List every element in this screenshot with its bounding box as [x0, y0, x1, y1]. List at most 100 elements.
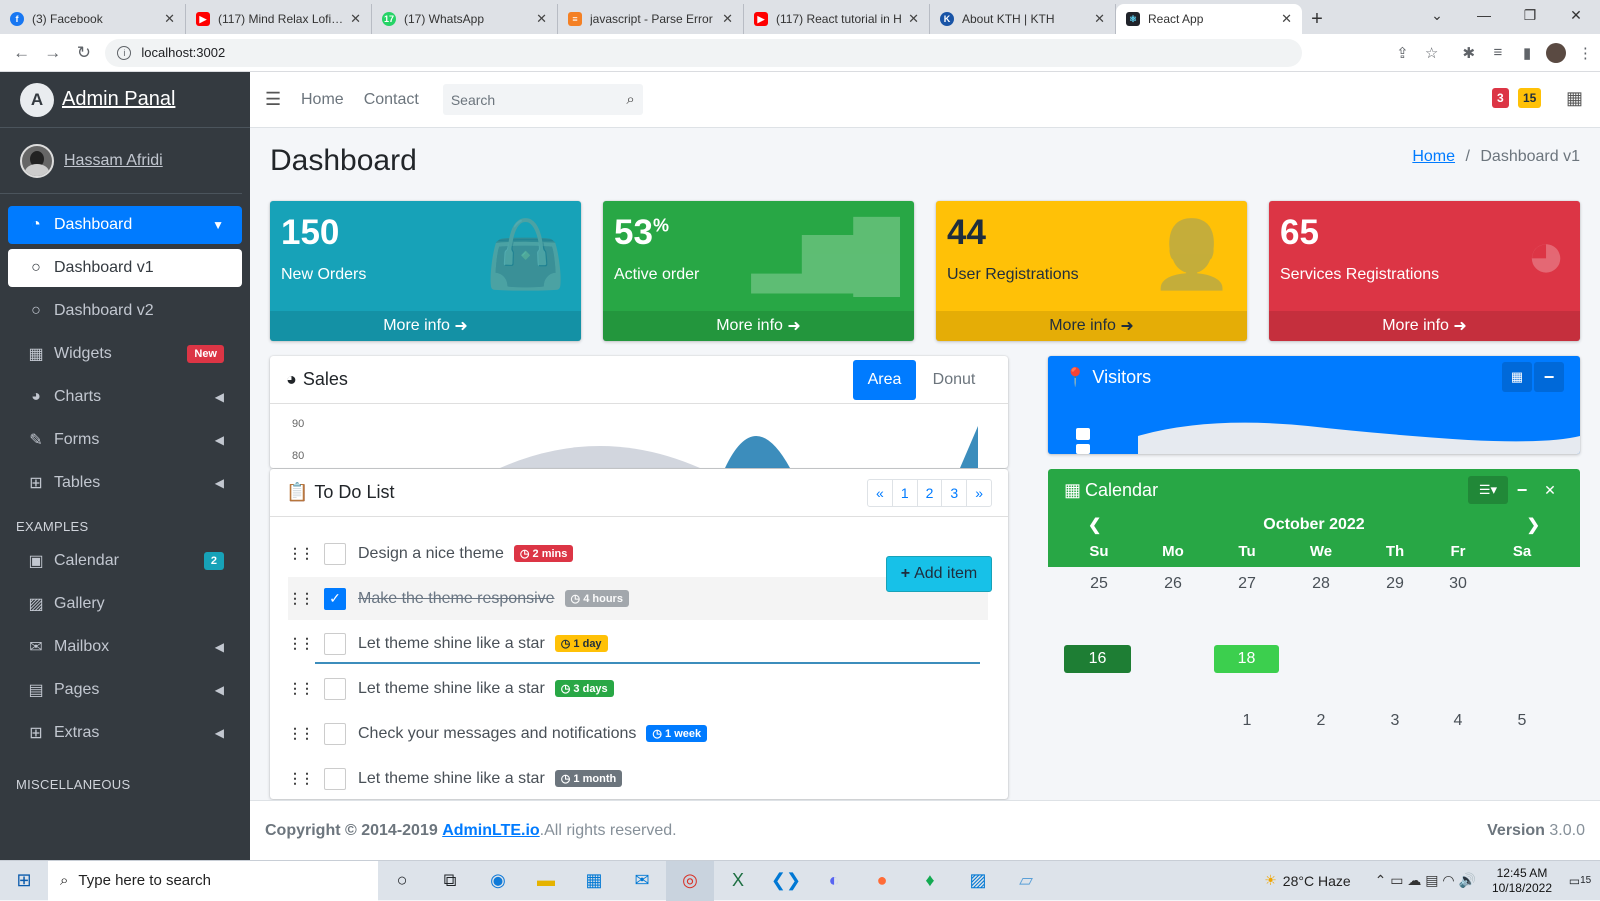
more-info-link[interactable]: More info ➜: [270, 311, 581, 341]
close-icon[interactable]: ✕: [1536, 482, 1564, 499]
calendar-month-label[interactable]: October 2022: [1101, 516, 1526, 534]
task-view-icon[interactable]: ⧉: [426, 861, 474, 901]
photos-icon[interactable]: ▨: [954, 861, 1002, 901]
list-item[interactable]: ⋮⋮ Let theme shine like a star ◷ 1 day: [288, 622, 988, 665]
nav-home-link[interactable]: Home: [301, 91, 344, 109]
calendar-day-selected[interactable]: 16: [1064, 645, 1131, 673]
cortana-icon[interactable]: ○: [378, 861, 426, 901]
share-icon[interactable]: ⇪: [1388, 38, 1417, 68]
new-tab-button[interactable]: +: [1302, 4, 1332, 34]
calendar-day[interactable]: 4: [1428, 712, 1488, 730]
calendar-day[interactable]: 26: [1143, 575, 1203, 593]
notification-badge-yellow[interactable]: 15: [1518, 88, 1542, 108]
close-tab-icon[interactable]: ✕: [908, 11, 919, 27]
more-info-link[interactable]: More info ➜: [1269, 311, 1580, 341]
calendar-day-today[interactable]: 18: [1214, 645, 1279, 673]
discord-icon[interactable]: ◐: [810, 861, 858, 901]
more-info-link[interactable]: More info ➜: [936, 311, 1247, 341]
sidebar-item-dashboard[interactable]: ◔ Dashboard ▼: [8, 206, 242, 244]
drag-handle-icon[interactable]: ⋮⋮: [288, 545, 314, 562]
store-icon[interactable]: ▦: [570, 861, 618, 901]
navbar-search-input[interactable]: Search ⌕: [442, 84, 643, 115]
list-item[interactable]: ⋮⋮ Check your messages and notifications ◷…: [288, 712, 988, 755]
tab-donut[interactable]: Donut: [916, 360, 992, 400]
calendar-day[interactable]: 3: [1365, 712, 1425, 730]
minus-icon[interactable]: −: [1508, 480, 1536, 501]
browser-tab[interactable]: K About KTH | KTH ✕: [930, 4, 1116, 34]
close-tab-icon[interactable]: ✕: [350, 11, 361, 27]
profile-avatar-icon[interactable]: [1542, 38, 1571, 68]
zoom-in-button[interactable]: [1076, 428, 1090, 440]
drag-handle-icon[interactable]: ⋮⋮: [288, 680, 314, 697]
side-panel-icon[interactable]: ▮: [1513, 38, 1542, 68]
minimize-icon[interactable]: —: [1462, 0, 1506, 30]
extensions-icon[interactable]: ✱: [1454, 38, 1483, 68]
bookmark-star-icon[interactable]: ☆: [1417, 38, 1446, 68]
todo-checkbox[interactable]: [324, 722, 346, 745]
browser-tab[interactable]: 17 (17) WhatsApp ✕: [372, 4, 558, 34]
add-item-button[interactable]: + Add item: [886, 556, 992, 592]
hamburger-menu-icon[interactable]: ☰: [265, 89, 289, 110]
search-icon[interactable]: ⌕: [626, 91, 634, 108]
calendar-day[interactable]: 25: [1069, 575, 1129, 593]
reload-icon[interactable]: ↻: [68, 37, 99, 69]
brand-link[interactable]: A Admin Panal: [0, 72, 250, 128]
file-explorer-icon[interactable]: ▬: [522, 861, 570, 901]
more-info-link[interactable]: More info ➜: [603, 311, 914, 341]
clock[interactable]: 12:45 AM 10/18/2022: [1492, 866, 1552, 896]
brand-text[interactable]: Admin Panal: [62, 88, 175, 111]
pagination-page[interactable]: 1: [893, 479, 918, 506]
chevron-right-icon[interactable]: ❯: [1527, 515, 1540, 535]
close-tab-icon[interactable]: ✕: [1094, 11, 1105, 27]
info-icon[interactable]: i: [117, 45, 132, 60]
close-tab-icon[interactable]: ✕: [1281, 11, 1292, 27]
todo-checkbox[interactable]: [324, 632, 346, 655]
browser-menu-icon[interactable]: ⋮: [1571, 38, 1600, 68]
postman-icon[interactable]: ●: [858, 861, 906, 901]
edge-icon[interactable]: ◉: [474, 861, 522, 901]
list-item-done[interactable]: ⋮⋮ ✓ Make the theme responsive ◷ 4 hours: [288, 577, 988, 620]
browser-tab[interactable]: f (3) Facebook ✕: [0, 4, 186, 34]
windows-start-icon[interactable]: ⊞: [0, 861, 48, 901]
url-field[interactable]: i localhost:3002: [105, 38, 1302, 67]
pagination-page[interactable]: 2: [918, 479, 943, 506]
browser-tab-active[interactable]: ⚛ React App ✕: [1116, 4, 1302, 34]
forward-icon[interactable]: →: [37, 37, 68, 69]
sidebar-item-widgets[interactable]: ▦ Widgets New: [8, 335, 242, 373]
nav-contact-link[interactable]: Contact: [364, 91, 419, 109]
browser-tab[interactable]: ▶ (117) React tutorial in H ✕: [744, 4, 930, 34]
calendar-day[interactable]: 5: [1492, 712, 1552, 730]
system-tray-icons[interactable]: ⌃ ▭ ☁ ▤ ◠ 🔊: [1375, 872, 1476, 889]
todo-checkbox[interactable]: [324, 677, 346, 700]
sidebar-item-charts[interactable]: ◕ Charts ◀: [8, 378, 242, 416]
chrome-icon[interactable]: ◎: [666, 860, 714, 901]
sidebar-item-forms[interactable]: ✎ Forms ◀: [8, 421, 242, 459]
sidebar-item-dashboard-v2[interactable]: ○ Dashboard v2: [8, 292, 242, 330]
todo-checkbox[interactable]: [324, 542, 346, 565]
drag-handle-icon[interactable]: ⋮⋮: [288, 635, 314, 652]
drag-handle-icon[interactable]: ⋮⋮: [288, 770, 314, 787]
list-item[interactable]: ⋮⋮ Design a nice theme ◷ 2 mins: [288, 532, 988, 575]
browser-tab[interactable]: ▶ (117) Mind Relax Lofi m ✕: [186, 4, 372, 34]
chevron-left-icon[interactable]: ❮: [1088, 515, 1101, 535]
weather-widget[interactable]: ☀ 28°C Haze: [1264, 872, 1350, 889]
vscode-icon[interactable]: ❮❯: [762, 861, 810, 901]
sidebar-item-calendar[interactable]: ▣ Calendar 2: [8, 542, 242, 580]
mail-icon[interactable]: ✉: [618, 861, 666, 901]
apps-grid-icon[interactable]: ▦: [1566, 88, 1583, 109]
close-tab-icon[interactable]: ✕: [164, 11, 175, 27]
tab-search-icon[interactable]: ⌄: [1415, 0, 1459, 30]
notification-badge-red[interactable]: 3: [1492, 88, 1509, 108]
drag-handle-icon[interactable]: ⋮⋮: [288, 590, 314, 607]
reading-list-icon[interactable]: ≡: [1483, 38, 1512, 68]
close-window-icon[interactable]: ✕: [1554, 0, 1598, 30]
calendar-day[interactable]: 1: [1217, 712, 1277, 730]
close-tab-icon[interactable]: ✕: [536, 11, 547, 27]
calendar-day[interactable]: 2: [1291, 712, 1351, 730]
sidebar-item-tables[interactable]: ⊞ Tables ◀: [8, 464, 242, 502]
sidebar-item-gallery[interactable]: ▨ Gallery: [8, 585, 242, 623]
taskbar-search-input[interactable]: ⌕ Type here to search: [48, 860, 378, 901]
close-tab-icon[interactable]: ✕: [722, 11, 733, 27]
drag-handle-icon[interactable]: ⋮⋮: [288, 725, 314, 742]
tab-area[interactable]: Area: [853, 359, 916, 400]
